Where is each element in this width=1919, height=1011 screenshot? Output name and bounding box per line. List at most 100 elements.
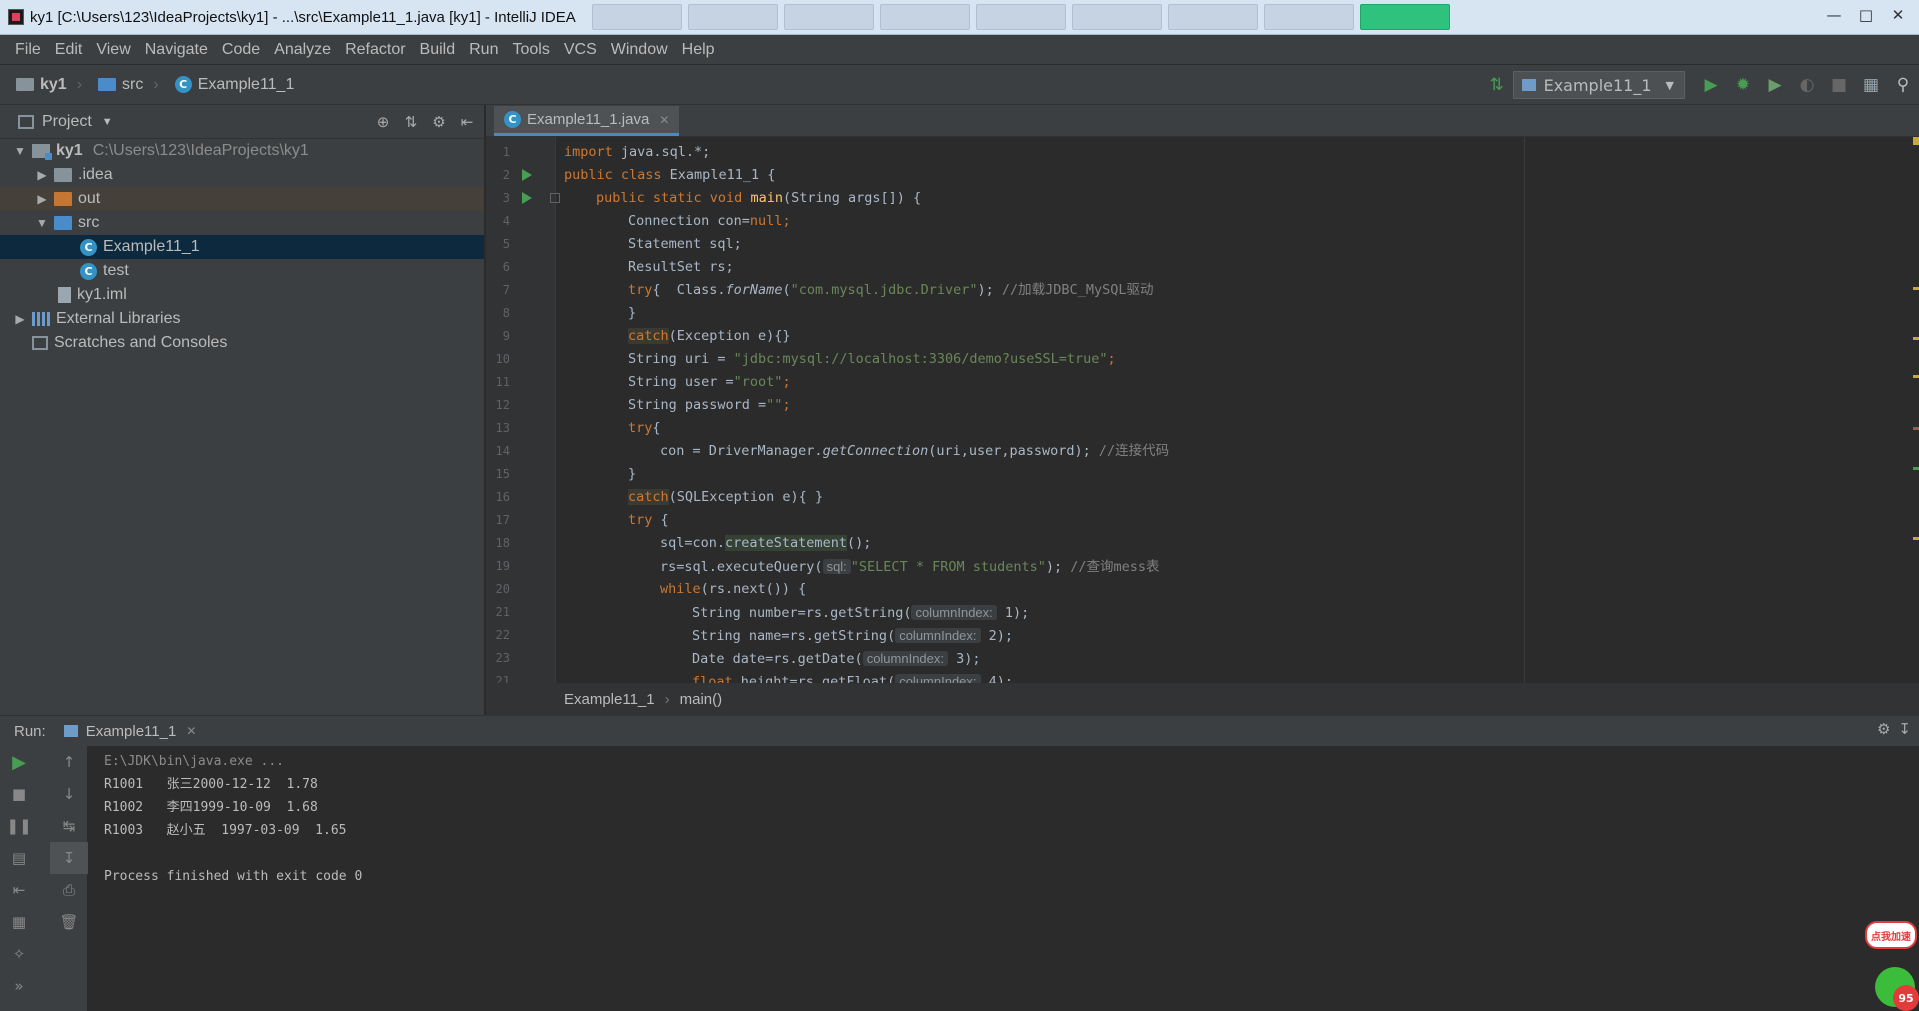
stop-icon[interactable]: ■ [1823,69,1855,101]
breadcrumb-src-label: src [122,75,144,93]
code-token: Statement sql; [628,236,742,252]
taskbar-item[interactable] [1167,4,1258,30]
gear-icon[interactable]: ⚙ [428,111,450,133]
debug-icon[interactable]: ✹ [1727,69,1759,101]
taskbar-item[interactable] [783,4,874,30]
tree-item-external-libraries[interactable]: ▶ External Libraries [0,307,484,331]
code-line: 21 String number=rs.getString(columnIndex… [486,601,1919,624]
editor-breadcrumb-method[interactable]: main() [680,691,723,708]
tree-item-idea[interactable]: ▶ .idea [0,163,484,187]
code-line: 10 String uri = "jdbc:mysql://localhost:3… [486,348,1919,371]
gear-icon[interactable]: ⚙ [1877,720,1890,738]
menu-window[interactable]: Window [604,41,675,59]
parameter-hint: columnIndex: [895,628,981,643]
run-gutter-icon[interactable] [522,192,532,204]
code-token: 3); [948,651,981,667]
close-tab-icon[interactable]: ✕ [186,724,196,738]
tree-item-ky1[interactable]: ▼ ky1 C:\Users\123\IdeaProjects\ky1 [0,139,484,163]
up-arrow-icon[interactable]: ↑ [50,746,88,778]
run-tab[interactable]: Example11_1 ✕ [63,723,196,740]
menu-analyze[interactable]: Analyze [267,41,338,59]
run-with-coverage-icon[interactable]: ▶ [1759,69,1791,101]
code-line: 7 try{ Class.forName("com.mysql.jdbc.Driv… [486,279,1919,302]
hide-icon[interactable]: ⇤ [456,111,478,133]
floating-accelerator-widget[interactable]: 点我加速 95 [1863,911,1919,1011]
pin-icon[interactable]: ✧ [0,938,38,970]
breadcrumb-src[interactable]: src › [98,76,159,94]
print-icon[interactable]: ⎙ [50,874,88,906]
collapsed-arrow-icon[interactable]: ▶ [12,312,28,326]
breadcrumb-class[interactable]: C Example11_1 [174,76,294,94]
menu-view[interactable]: View [89,41,137,59]
line-number: 19 [495,559,510,573]
project-view-selector[interactable]: Project ▼ ⊕ ⇅ ⚙ ⇤ [0,105,484,139]
pause-icon[interactable]: ❚❚ [0,810,38,842]
code-token: try [628,420,653,436]
menu-code[interactable]: Code [215,41,267,59]
dump-threads-icon[interactable]: ▤ [0,842,38,874]
taskbar-item[interactable] [1263,4,1354,30]
more-icon[interactable]: » [0,970,38,1002]
code-editor[interactable]: 1 import java.sql.*; 2 public class Exampl… [486,137,1919,683]
stop-icon[interactable]: ■ [0,778,38,810]
menu-help[interactable]: Help [675,41,722,59]
run-icon[interactable]: ▶ [1695,69,1727,101]
scroll-to-end-icon[interactable]: ↧ [50,842,88,874]
taskbar-item[interactable] [879,4,970,30]
code-text: catch(SQLException e){ } [628,486,823,509]
tree-item-out[interactable]: ▶ out [0,187,484,211]
editor-breadcrumb-class[interactable]: Example11_1 [564,691,655,708]
menu-run[interactable]: Run [462,41,505,59]
search-icon[interactable]: ⚲ [1887,69,1919,101]
tab-example11-1-java[interactable]: C Example11_1.java ✕ [494,106,680,136]
menu-tools[interactable]: Tools [505,41,556,59]
profile-icon[interactable]: ◐ [1791,69,1823,101]
layout-icon[interactable]: ▦ [0,906,38,938]
close-tab-icon[interactable]: ✕ [659,113,669,127]
expanded-arrow-icon[interactable]: ▼ [12,144,28,158]
menu-file[interactable]: File [8,41,48,59]
hide-panel-icon[interactable]: ↧ [1898,720,1911,738]
code-token: ; [782,397,791,413]
expanded-arrow-icon[interactable]: ▼ [34,216,50,230]
taskbar-item[interactable] [591,4,682,30]
run-config-selector[interactable]: Example11_1 ▼ [1512,71,1685,99]
code-line: 16 catch(SQLException e){ } [486,486,1919,509]
tree-item-example11-1[interactable]: C Example11_1 [0,235,484,259]
minimize-icon[interactable]: — [1819,4,1849,26]
exit-icon[interactable]: ⇤ [0,874,38,906]
code-token: (SQLException e){ } [668,489,824,505]
vcs-sort-icon[interactable]: ⇅ [1481,69,1513,101]
widget-bubble[interactable]: 点我加速 [1865,921,1917,949]
project-structure-icon[interactable]: ▦ [1855,69,1887,101]
tree-item-test[interactable]: C test [0,259,484,283]
menu-vcs[interactable]: VCS [557,41,604,59]
taskbar-item[interactable] [975,4,1066,30]
soft-wrap-icon[interactable]: ↹ [50,810,88,842]
menu-edit[interactable]: Edit [48,41,90,59]
maximize-icon[interactable]: □ [1851,4,1881,26]
tree-item-scratches[interactable]: Scratches and Consoles [0,331,484,355]
trash-icon[interactable]: 🗑 [50,906,88,938]
down-arrow-icon[interactable]: ↓ [50,778,88,810]
collapsed-arrow-icon[interactable]: ▶ [34,168,50,182]
code-text: String uri = "jdbc:mysql://localhost:330… [628,348,1116,371]
menu-refactor[interactable]: Refactor [338,41,412,59]
tree-item-src[interactable]: ▼ src [0,211,484,235]
taskbar-item[interactable] [1071,4,1162,30]
taskbar-item-active[interactable] [1359,4,1450,30]
line-number: 9 [502,329,510,343]
menu-build[interactable]: Build [413,41,463,59]
close-icon[interactable]: ✕ [1883,4,1913,26]
rerun-icon[interactable]: ▶ [0,746,38,778]
locate-icon[interactable]: ⊕ [372,111,394,133]
collapsed-arrow-icon[interactable]: ▶ [34,192,50,206]
collapse-all-icon[interactable]: ⇅ [400,111,422,133]
menu-navigate[interactable]: Navigate [138,41,215,59]
run-gutter-icon[interactable] [522,169,532,181]
breadcrumb-project[interactable]: ky1 › [16,76,82,94]
console-output[interactable]: E:\JDK\bin\java.exe ... R1001 张三2000-12-… [104,750,362,888]
tree-item-ky1-iml[interactable]: ky1.iml [0,283,484,307]
fold-icon[interactable] [550,193,560,203]
taskbar-item[interactable] [687,4,778,30]
